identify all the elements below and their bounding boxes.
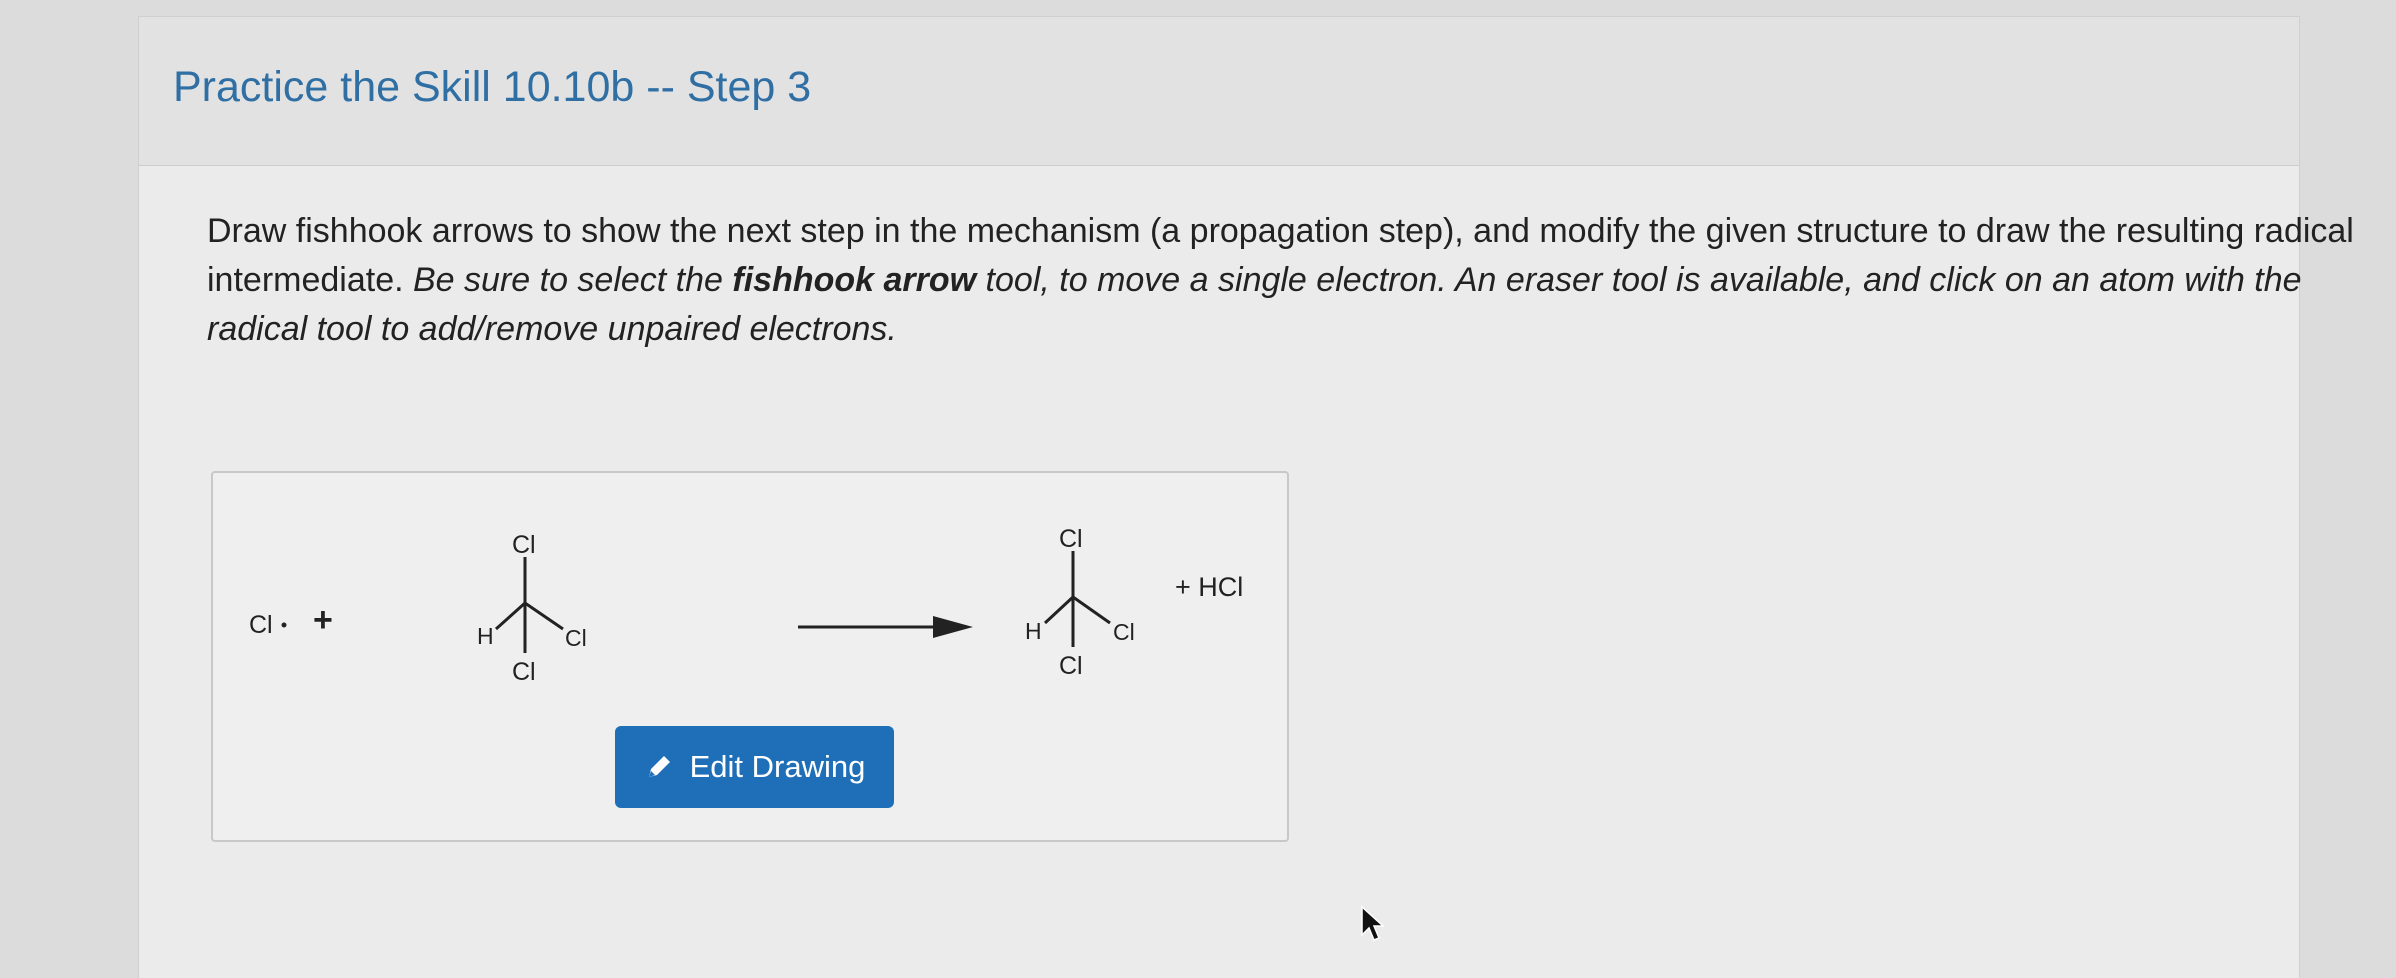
- radical-electron-dot: [281, 622, 287, 628]
- bond-right: [524, 601, 564, 631]
- reactant-molecule: Cl H Cl Cl: [477, 531, 587, 686]
- reactant-radical-label: Cl: [249, 611, 273, 639]
- product-bond-left: [1043, 595, 1075, 625]
- reactant-left-atom: H: [477, 623, 494, 649]
- edit-drawing-label: Edit Drawing: [689, 749, 866, 784]
- product-top-atom: Cl: [1059, 525, 1083, 553]
- reaction-arrow-head: [933, 616, 973, 638]
- product-bottom-atom: Cl: [1059, 652, 1083, 680]
- drawing-area[interactable]: Cl + Cl H Cl Cl Cl H Cl Cl + HCl Edit Dr…: [211, 471, 1289, 842]
- prompt-text-2: Be sure to select the: [413, 261, 733, 299]
- question-prompt: Draw fishhook arrows to show the next st…: [207, 207, 2387, 354]
- reactant-top-atom: Cl: [512, 531, 536, 559]
- pencil-icon: [644, 752, 674, 782]
- question-card: Practice the Skill 10.10b -- Step 3 Draw…: [138, 16, 2354, 978]
- prompt-emphasis: fishhook arrow: [732, 261, 977, 299]
- byproduct-label: + HCl: [1175, 572, 1243, 602]
- product-right-atom: Cl: [1113, 619, 1135, 645]
- question-header: Practice the Skill 10.10b -- Step 3: [139, 17, 2299, 166]
- page-title: Practice the Skill 10.10b -- Step 3: [173, 63, 812, 111]
- mouse-pointer-icon: [1360, 905, 1386, 948]
- reactant-bottom-atom: Cl: [512, 658, 536, 686]
- product-molecule: Cl H Cl Cl: [1025, 525, 1135, 680]
- bond-left: [494, 601, 527, 631]
- reaction-arrow: [798, 616, 973, 638]
- plus-sign: +: [313, 601, 333, 639]
- product-bond-right: [1072, 595, 1111, 625]
- prompt-italic-text: Be sure to select the fishhook arrow too…: [207, 261, 2302, 348]
- reactant-right-atom: Cl: [565, 625, 587, 651]
- edit-drawing-button[interactable]: Edit Drawing: [615, 726, 894, 808]
- product-left-atom: H: [1025, 618, 1042, 644]
